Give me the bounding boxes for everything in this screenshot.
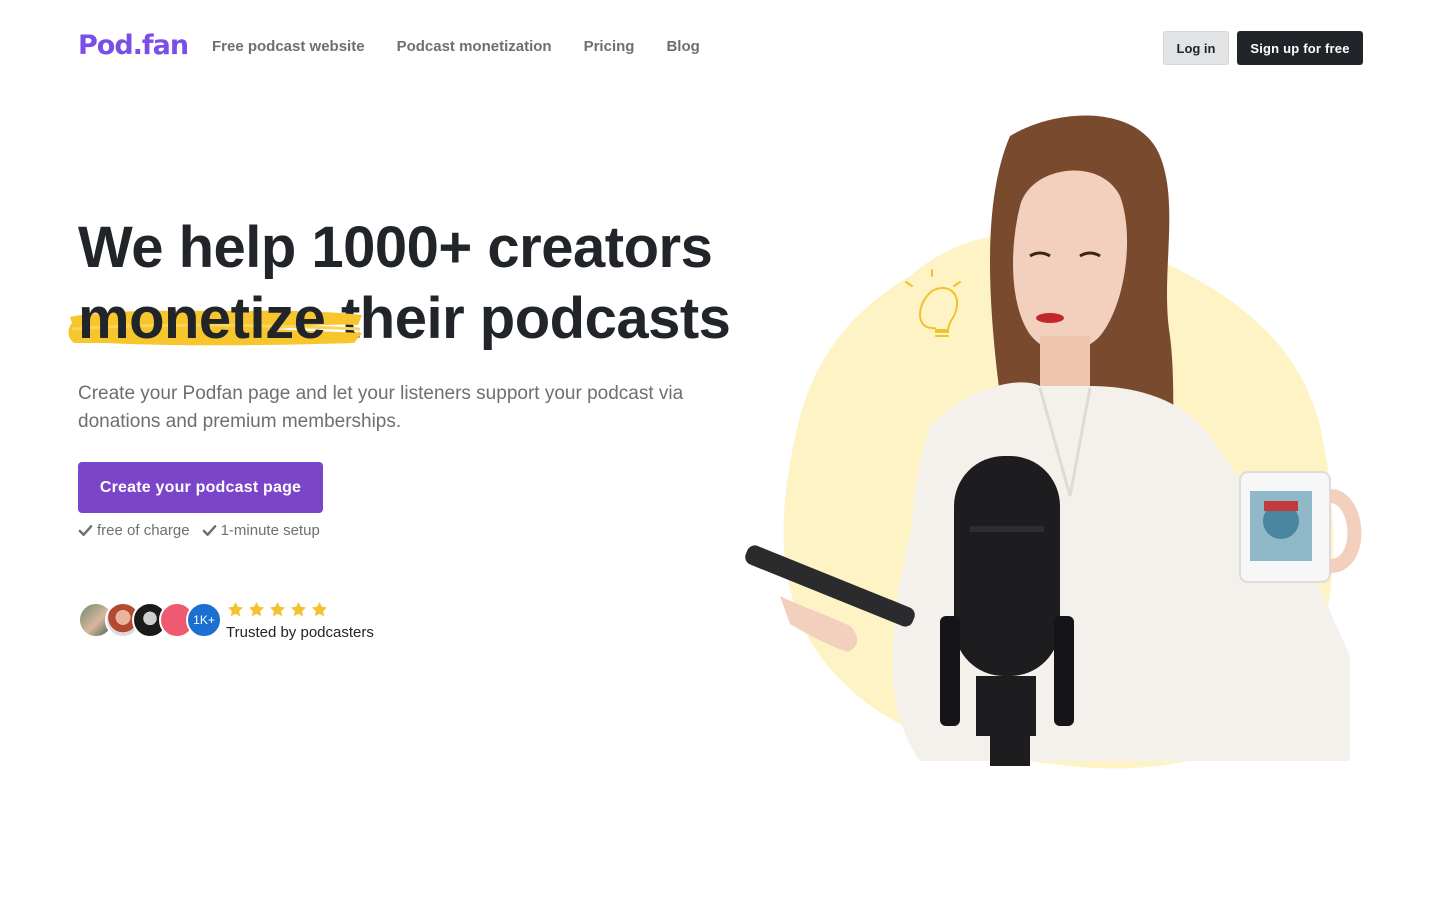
star-icon — [227, 601, 244, 617]
site-header: Pod.fan Free podcast website Podcast mon… — [0, 0, 1440, 96]
headline-line-1: We help 1000+ creators — [78, 215, 713, 280]
star-icon — [311, 601, 328, 617]
nav-free-podcast-website[interactable]: Free podcast website — [212, 38, 365, 55]
star-icon — [290, 601, 307, 617]
create-podcast-page-button[interactable]: Create your podcast page — [78, 462, 323, 513]
feature-label: free of charge — [97, 522, 190, 539]
main-nav: Free podcast website Podcast monetizatio… — [212, 38, 700, 55]
signup-button[interactable]: Sign up for free — [1237, 31, 1363, 65]
star-icon — [269, 601, 286, 617]
hero-illustration — [745, 115, 1362, 769]
feature-label: 1-minute setup — [220, 522, 320, 539]
mug-image — [1239, 471, 1362, 583]
nav-blog[interactable]: Blog — [666, 38, 699, 55]
feature-free: free of charge — [78, 522, 190, 539]
hero-headline: We help 1000+ creators monetize their po… — [68, 212, 731, 354]
hero-subtext: Create your Podfan page and let your lis… — [78, 383, 684, 432]
headline-rest: their podcasts — [325, 286, 731, 351]
trusted-label: Trusted by podcasters — [226, 624, 374, 641]
headline-highlight-text: monetize — [78, 286, 326, 351]
avatar-stack: 1K+ — [78, 600, 228, 640]
star-icon — [248, 601, 265, 617]
nav-podcast-monetization[interactable]: Podcast monetization — [397, 38, 552, 55]
rating-stars — [226, 600, 329, 619]
feature-setup: 1-minute setup — [202, 522, 320, 539]
feature-list: free of charge 1-minute setup — [78, 522, 320, 539]
check-icon — [78, 525, 93, 536]
headline-line-2: monetize their podcasts — [68, 283, 731, 354]
logo[interactable]: Pod.fan — [78, 30, 189, 61]
avatar-count-badge: 1K+ — [186, 602, 222, 638]
login-button[interactable]: Log in — [1163, 31, 1229, 65]
headline-highlight: monetize — [68, 283, 362, 354]
check-icon — [202, 525, 216, 536]
nav-pricing[interactable]: Pricing — [584, 38, 635, 55]
